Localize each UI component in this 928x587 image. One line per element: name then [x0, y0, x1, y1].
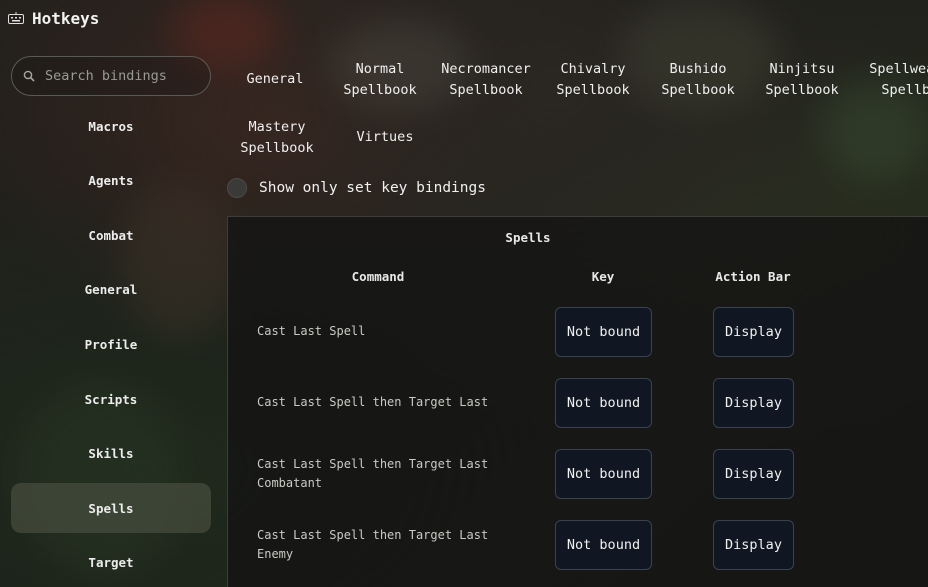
- action-bar-display-button[interactable]: Display: [713, 449, 794, 499]
- command-label: Cast Last Spell: [257, 324, 366, 338]
- window-title-bar: Hotkeys: [8, 6, 99, 30]
- key-bind-button[interactable]: Not bound: [555, 520, 652, 570]
- key-bind-button[interactable]: Not bound: [555, 307, 652, 357]
- sidebar-item-macros[interactable]: Macros: [11, 101, 211, 151]
- tab-general[interactable]: General: [247, 69, 304, 90]
- sidebar: Macros Agents Combat General Profile Scr…: [0, 50, 222, 587]
- sidebar-item-target[interactable]: Target: [11, 537, 211, 587]
- table-row: Cast Last Spell then Target Last Enemy N…: [228, 520, 928, 572]
- tab-mastery-spellbook[interactable]: Mastery Spellbook: [240, 117, 313, 159]
- sidebar-item-profile[interactable]: Profile: [11, 319, 211, 369]
- key-bind-button[interactable]: Not bound: [555, 449, 652, 499]
- tab-virtues[interactable]: Virtues: [357, 127, 414, 148]
- filter-row: Show only set key bindings: [227, 178, 486, 198]
- tab-ninjitsu-spellbook[interactable]: Ninjitsu Spellbook: [765, 59, 838, 101]
- action-bar-display-button[interactable]: Display: [713, 378, 794, 428]
- column-action-bar: Action Bar: [715, 269, 791, 284]
- show-set-bindings-toggle[interactable]: [227, 178, 247, 198]
- column-command: Command: [351, 269, 405, 284]
- window-title: Hotkeys: [32, 8, 100, 28]
- sidebar-item-combat[interactable]: Combat: [11, 210, 211, 260]
- keyboard-icon: [8, 12, 24, 24]
- tab-normal-spellbook[interactable]: Normal Spellbook: [343, 59, 416, 101]
- table-row: Cast Last Spell then Target Last Combata…: [228, 449, 928, 501]
- sidebar-item-scripts[interactable]: Scripts: [11, 374, 211, 424]
- key-bind-button[interactable]: Not bound: [555, 378, 652, 428]
- action-bar-display-button[interactable]: Display: [713, 307, 794, 357]
- tab-necromancer-spellbook[interactable]: Necromancer Spellbook: [441, 59, 530, 101]
- action-bar-display-button[interactable]: Display: [713, 520, 794, 570]
- search-box[interactable]: [11, 56, 211, 96]
- search-icon: [23, 70, 35, 82]
- tab-spellweaving-spellbook[interactable]: Spellweaving Spellbook: [869, 59, 928, 101]
- table-row: Cast Last Spell then Target Last Not bou…: [228, 378, 928, 430]
- sidebar-item-general[interactable]: General: [11, 264, 211, 314]
- sidebar-item-skills[interactable]: Skills: [11, 428, 211, 478]
- command-label: Cast Last Spell then Target Last Combata…: [257, 457, 489, 490]
- spells-panel: Spells Command Key Action Bar Cast Last …: [227, 216, 928, 587]
- show-set-bindings-label[interactable]: Show only set key bindings: [259, 180, 486, 196]
- command-label: Cast Last Spell then Target Last: [257, 395, 489, 409]
- table-row: Cast Last Spell Not bound Display: [228, 307, 928, 359]
- spellbook-tabs: General Normal Spellbook Necromancer Spe…: [228, 58, 928, 168]
- command-label: Cast Last Spell then Target Last Enemy: [257, 528, 489, 561]
- search-input[interactable]: [45, 68, 195, 84]
- column-key: Key: [591, 269, 615, 284]
- sidebar-item-agents[interactable]: Agents: [11, 155, 211, 205]
- panel-title: Spells: [505, 230, 551, 245]
- tab-bushido-spellbook[interactable]: Bushido Spellbook: [661, 59, 734, 101]
- sidebar-item-spells[interactable]: Spells: [11, 483, 211, 533]
- tab-chivalry-spellbook[interactable]: Chivalry Spellbook: [556, 59, 629, 101]
